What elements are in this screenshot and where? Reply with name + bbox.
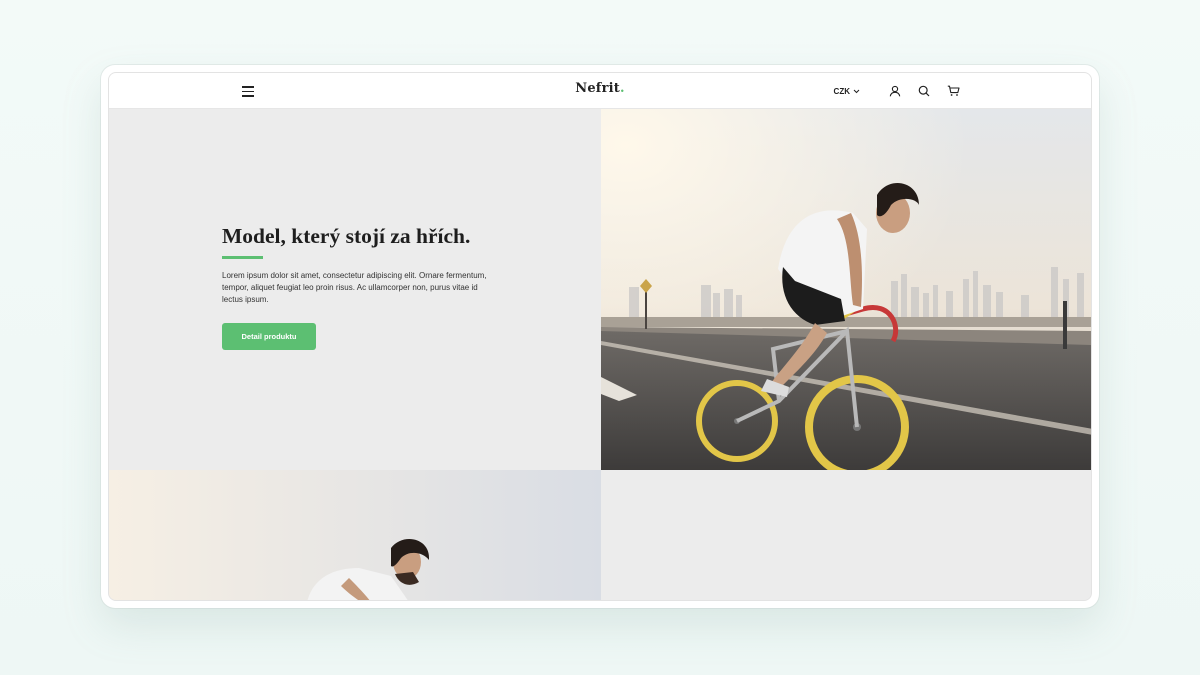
device-frame: Nefrit. CZK Model, který stojí za hřích.… xyxy=(101,65,1099,608)
hero-text-panel: Model, který stojí za hřích. Lorem ipsum… xyxy=(109,109,601,470)
hero-description: Lorem ipsum dolor sit amet, consectetur … xyxy=(222,271,487,304)
browser-viewport: Nefrit. CZK Model, který stojí za hřích.… xyxy=(108,72,1092,601)
title-accent-bar xyxy=(222,256,263,259)
user-icon xyxy=(889,85,901,97)
hero-title: Model, který stojí za hřích. xyxy=(222,224,471,248)
cart-button[interactable] xyxy=(943,81,963,101)
chevron-down-icon xyxy=(853,89,860,93)
search-button[interactable] xyxy=(914,81,934,101)
product-detail-button[interactable]: Detail produktu xyxy=(222,323,316,350)
cyclist-photo xyxy=(601,109,1091,470)
nav-actions: CZK xyxy=(834,81,963,101)
top-navbar: Nefrit. CZK xyxy=(109,73,1091,109)
logo-text: Nefrit xyxy=(575,81,620,96)
search-icon xyxy=(918,85,930,97)
logo-dot: . xyxy=(620,81,625,96)
secondary-text-panel xyxy=(601,470,1091,600)
account-button[interactable] xyxy=(885,81,905,101)
currency-selector[interactable]: CZK xyxy=(834,87,860,96)
hero-image-cyclist xyxy=(601,109,1091,470)
cyclist-photo-secondary xyxy=(109,470,601,600)
cart-icon xyxy=(947,85,960,96)
secondary-image-cyclist xyxy=(109,470,601,600)
currency-label: CZK xyxy=(833,86,850,96)
